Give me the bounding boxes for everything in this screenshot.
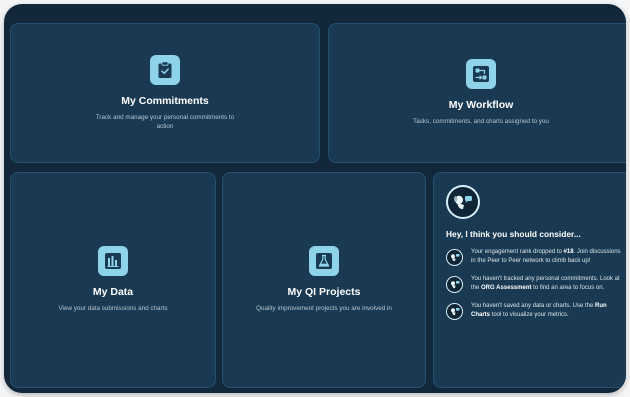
suggestion-text: You haven't tracked any personal commitm… [471,276,620,291]
card-description: Track and manage your personal commitmen… [95,113,235,130]
suggestion-item[interactable]: Your engagement rank dropped to #18. Joi… [446,248,623,266]
my-qi-projects-card[interactable]: My QI Projects Quality improvement proje… [222,172,426,388]
card-title: My Data [92,286,134,299]
card-title: My Workflow [448,99,514,112]
suggestions-heading: Hey, I think you should consider... [446,229,581,239]
card-description: Tasks, commitments, and charts assigned … [413,118,549,126]
my-workflow-card[interactable]: My Workflow Tasks, commitments, and char… [328,23,626,163]
mascot-icon [446,249,463,266]
workflow-icon [466,59,496,90]
suggestion-text: Your engagement rank dropped to #18. Joi… [471,249,621,264]
suggestions-panel: Hey, I think you should consider... Your… [433,172,626,388]
bar-chart-icon [98,246,128,277]
mascot-icon [446,303,463,320]
clipboard-check-icon [150,54,180,85]
card-title: My QI Projects [287,286,361,299]
dog-mascot-icon [446,185,480,219]
card-title: My Commitments [121,94,209,107]
my-commitments-card[interactable]: My Commitments Track and manage your per… [10,23,320,163]
suggestion-text: You haven't saved any data or charts. Us… [471,303,607,318]
card-description: Quality improvement projects you are inv… [256,305,392,313]
mascot-icon [446,276,463,293]
card-description: View your data submissions and charts [58,305,168,313]
dashboard-frame: My Commitments Track and manage your per… [4,4,626,393]
suggestion-item[interactable]: You haven't tracked any personal commitm… [446,275,623,293]
my-data-card[interactable]: My Data View your data submissions and c… [10,172,216,388]
suggestion-item[interactable]: You haven't saved any data or charts. Us… [446,302,623,320]
flask-icon [309,246,339,277]
